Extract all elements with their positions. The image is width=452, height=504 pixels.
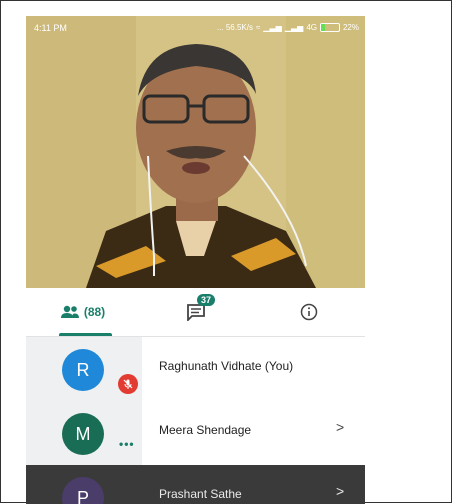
network-speed: ... 56.5K/s — [216, 23, 253, 32]
status-icons: ... 56.5K/s ≈ ▁▃▅ ▁▃▅ 4G 22% — [217, 23, 359, 32]
participant-row[interactable]: P Prashant Sathe > — [26, 465, 365, 504]
wifi-icon: ≈ — [255, 23, 261, 32]
signal-icon-2: ▁▃▅ — [284, 23, 304, 32]
chat-count-badge: 37 — [197, 294, 216, 306]
avatar: R — [62, 349, 104, 391]
phone-screen: 4:11 PM ... 56.5K/s ≈ ▁▃▅ ▁▃▅ 4G 22% (88… — [26, 16, 365, 504]
status-time: 4:11 PM — [34, 23, 67, 33]
avatar: P — [62, 477, 104, 504]
participant-name: Prashant Sathe — [159, 487, 242, 501]
info-icon — [300, 303, 317, 321]
status-bar: 4:11 PM ... 56.5K/s ≈ ▁▃▅ ▁▃▅ 4G 22% — [26, 16, 365, 40]
chevron-right-icon[interactable]: > — [336, 483, 344, 499]
participant-row[interactable]: M ••• Meera Shendage > — [26, 401, 365, 465]
meeting-tabs: (88) 37 — [26, 288, 365, 337]
participant-list: R Raghunath Vidhate (You) M ••• Meera Sh… — [26, 337, 365, 504]
mic-off-icon — [118, 374, 138, 394]
people-icon — [60, 305, 79, 318]
participant-name: Raghunath Vidhate (You) — [159, 359, 294, 373]
avatar: M — [62, 413, 104, 455]
tab-chat[interactable]: 37 — [139, 288, 252, 336]
signal-icon: ▁▃▅ — [263, 23, 282, 32]
speaking-indicator: ••• — [119, 437, 135, 451]
battery-percent: 22% — [342, 23, 359, 32]
network-type: 4G — [306, 23, 317, 32]
screenshot-frame: 4:11 PM ... 56.5K/s ≈ ▁▃▅ ▁▃▅ 4G 22% (88… — [0, 0, 452, 504]
tab-active-indicator — [59, 333, 112, 336]
participant-video[interactable]: 4:11 PM ... 56.5K/s ≈ ▁▃▅ ▁▃▅ 4G 22% — [26, 16, 365, 288]
participant-row[interactable]: R Raghunath Vidhate (You) — [26, 337, 365, 401]
battery-fill — [320, 24, 325, 31]
people-count: (88) — [83, 305, 106, 319]
tab-people[interactable]: (88) — [26, 288, 139, 336]
chevron-right-icon[interactable]: > — [336, 419, 344, 435]
video-person-illustration — [26, 16, 365, 288]
battery-icon — [319, 23, 340, 32]
tab-info[interactable] — [252, 288, 365, 336]
participant-name: Meera Shendage — [159, 423, 252, 437]
